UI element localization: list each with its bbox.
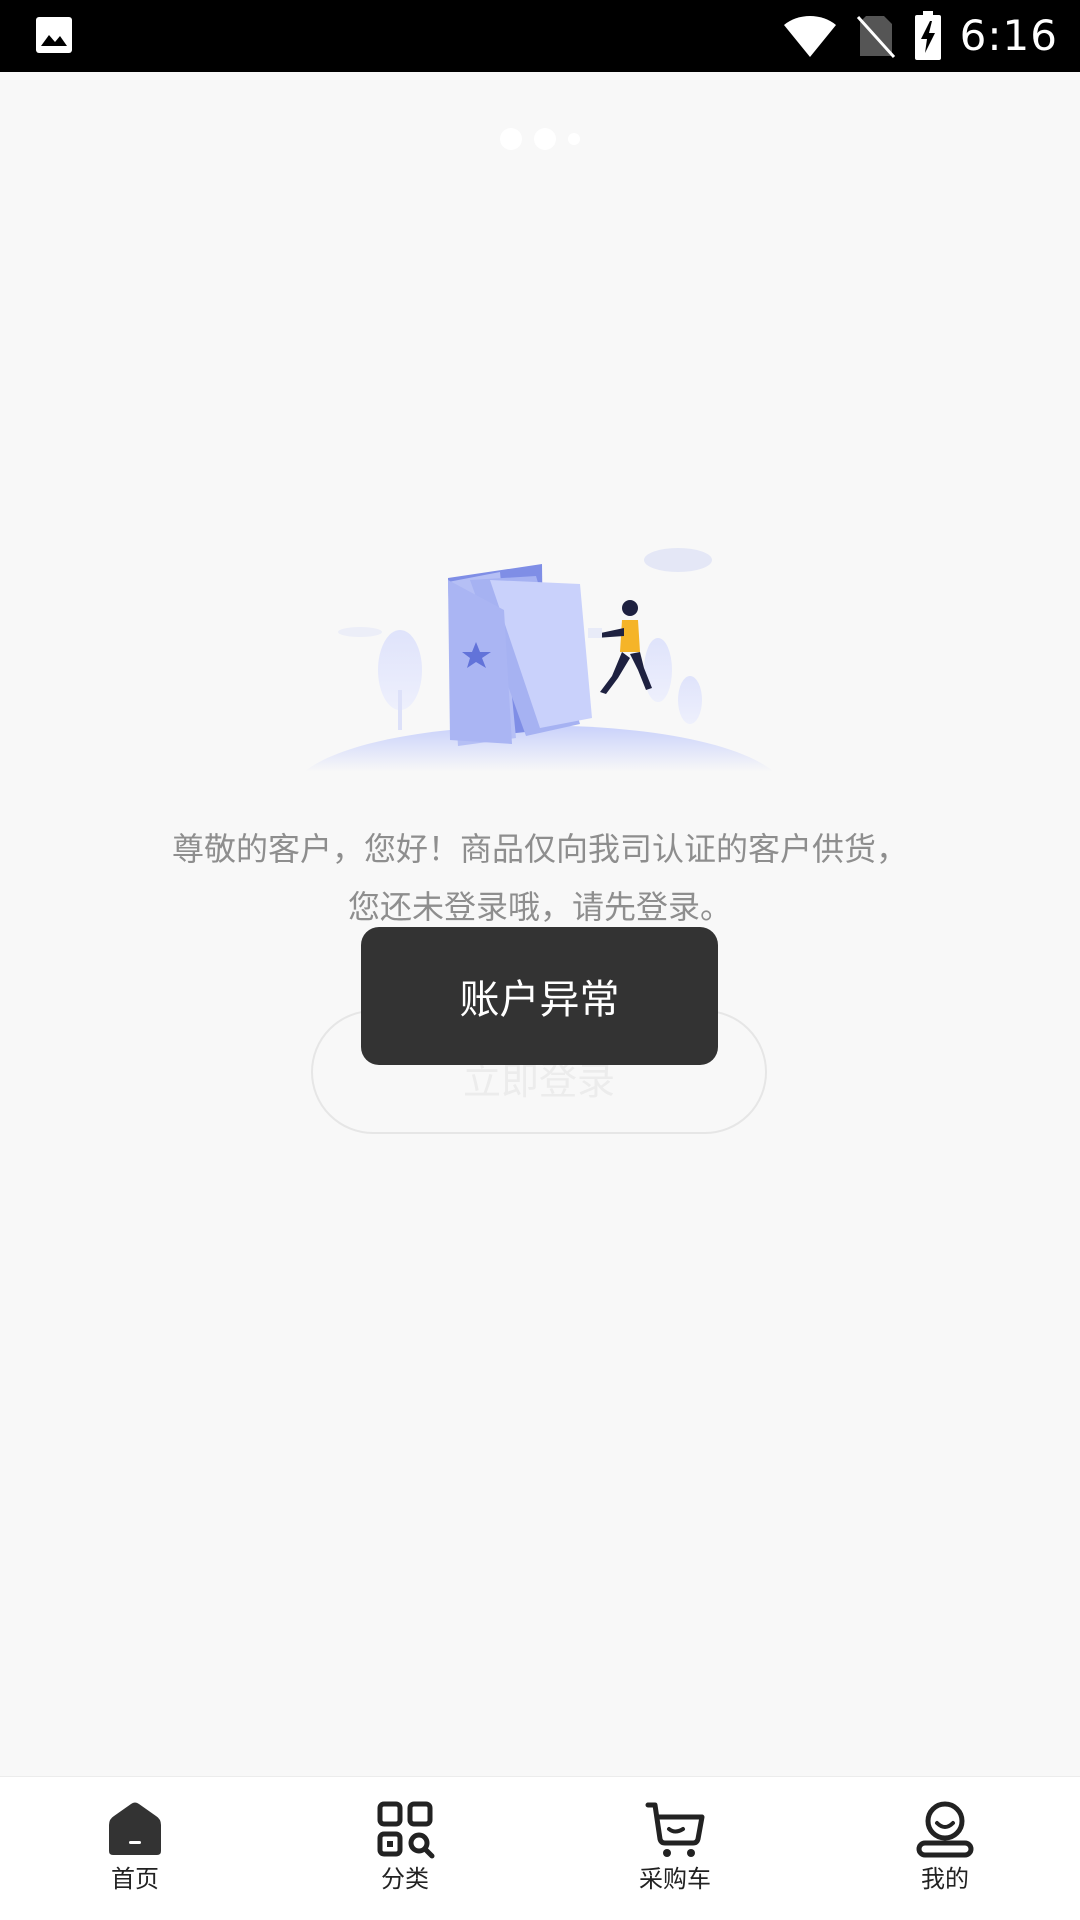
profile-icon [916, 1801, 974, 1858]
loading-dot [568, 133, 580, 145]
nav-item-home[interactable]: 首页 [0, 1777, 270, 1920]
login-required-message: 尊敬的客户，您好！商品仅向我司认证的客户供货，您还未登录哦，请先登录。 [171, 830, 908, 926]
nav-item-category[interactable]: 分类 [270, 1777, 540, 1920]
nav-item-cart[interactable]: 采购车 [540, 1777, 810, 1920]
wifi-icon [783, 16, 836, 57]
clock: 6:16 [959, 11, 1058, 60]
nav-item-profile[interactable]: 我的 [810, 1777, 1080, 1920]
toast-message: 账户异常 [361, 927, 718, 1065]
no-sim-icon [856, 15, 895, 59]
image-icon [36, 17, 72, 53]
nav-label-profile: 我的 [921, 1865, 969, 1893]
loading-dot [534, 128, 556, 150]
nav-label-home: 首页 [111, 1865, 159, 1893]
app-screen: 6:16 尊敬的客户，您好！商品仅向我司认证的客户供货，您还未登录哦，请先登录。… [0, 0, 1080, 1920]
bottom-navigation: 首页 分类 采购车 我的 [0, 1776, 1080, 1920]
loading-dot [500, 128, 522, 150]
loading-indicator [0, 128, 1080, 150]
nav-label-category: 分类 [381, 1865, 429, 1893]
empty-state-illustration [304, 548, 774, 772]
status-bar: 6:16 [0, 0, 1080, 72]
category-grid-icon [377, 1801, 435, 1859]
home-icon [109, 1802, 161, 1855]
cart-icon [645, 1802, 705, 1857]
battery-charging-icon [914, 11, 941, 60]
nav-label-cart: 采购车 [639, 1865, 711, 1893]
